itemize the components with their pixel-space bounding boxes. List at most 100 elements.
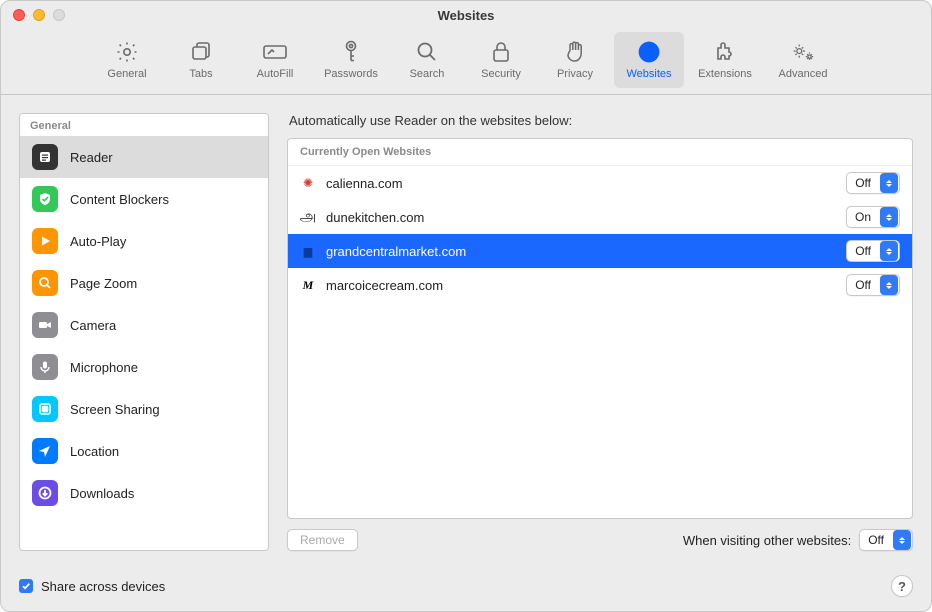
tab-label: Advanced [779,68,828,80]
tab-label: Websites [626,68,671,80]
sidebar-item-content-blockers[interactable]: Content Blockers [20,178,268,220]
tab-passwords[interactable]: Passwords [314,32,388,88]
key-icon [338,39,364,65]
hand-icon [562,39,588,65]
bottom-bar: Remove When visiting other websites: Off [287,529,913,551]
remove-button[interactable]: Remove [287,529,358,551]
site-name: grandcentralmarket.com [326,244,836,259]
sidebar-item-label: Downloads [70,486,134,501]
chevron-updown-icon [880,241,898,261]
sidebar-item-label: Location [70,444,119,459]
tab-tabs[interactable]: Tabs [166,32,236,88]
favicon-icon: அ [300,209,316,225]
share-across-devices-checkbox[interactable]: Share across devices [19,579,165,594]
tab-websites[interactable]: Websites [614,32,684,88]
site-name: dunekitchen.com [326,210,836,225]
sidebar-item-location[interactable]: Location [20,430,268,472]
checkbox-check-icon [19,579,33,593]
other-websites-dropdown[interactable]: Off [859,529,913,551]
favicon-icon: M [300,277,316,293]
main-panel: Automatically use Reader on the websites… [287,113,913,551]
chevron-updown-icon [880,275,898,295]
zoom-icon [32,270,58,296]
favicon-icon: ✺ [300,175,316,191]
tab-label: Security [481,68,521,80]
sidebar-item-microphone[interactable]: Microphone [20,346,268,388]
sidebar-item-screen-sharing[interactable]: Screen Sharing [20,388,268,430]
preferences-window: Websites General Tabs AutoFill Passwords [0,0,932,612]
reader-dropdown[interactable]: Off [846,172,900,194]
pencil-box-icon [262,39,288,65]
shield-check-icon [32,186,58,212]
screen-sharing-icon [32,396,58,422]
minimize-window-button[interactable] [33,9,45,21]
window-title: Websites [438,8,495,23]
tab-privacy[interactable]: Privacy [540,32,610,88]
chevron-updown-icon [880,173,898,193]
dropdown-value: Off [847,244,879,258]
dropdown-value: On [847,210,879,224]
dropdown-value: Off [860,533,892,547]
checkbox-label: Share across devices [41,579,165,594]
reader-dropdown[interactable]: On [846,206,900,228]
tab-security[interactable]: Security [466,32,536,88]
tab-general[interactable]: General [92,32,162,88]
search-icon [414,39,440,65]
lock-icon [488,39,514,65]
tab-extensions[interactable]: Extensions [688,32,762,88]
location-icon [32,438,58,464]
sidebar-item-downloads[interactable]: Downloads [20,472,268,514]
sidebar-item-page-zoom[interactable]: Page Zoom [20,262,268,304]
sidebar-item-auto-play[interactable]: Auto-Play [20,220,268,262]
tab-advanced[interactable]: Advanced [766,32,840,88]
sidebar-item-label: Reader [70,150,113,165]
camera-icon [32,312,58,338]
reader-icon [32,144,58,170]
favicon-icon: ▆ [300,243,316,259]
reader-dropdown[interactable]: Off [846,240,900,262]
body: General Reader Content Blockers Auto-Pla… [1,95,931,569]
tab-label: General [107,68,146,80]
site-row[interactable]: M marcoicecream.com Off [288,268,912,302]
zoom-window-button[interactable] [53,9,65,21]
globe-icon [636,39,662,65]
sidebar-section-label: General [20,114,268,136]
main-heading: Automatically use Reader on the websites… [287,113,913,128]
puzzle-icon [712,39,738,65]
sidebar-item-label: Camera [70,318,116,333]
tab-label: Passwords [324,68,378,80]
sidebar-item-label: Content Blockers [70,192,169,207]
tabs-icon [188,39,214,65]
chevron-updown-icon [893,530,911,550]
sidebar-item-label: Auto-Play [70,234,126,249]
site-row[interactable]: ▆ grandcentralmarket.com Off [288,234,912,268]
tab-label: Tabs [189,68,212,80]
titlebar: Websites [1,1,931,27]
gears-icon [790,39,816,65]
tab-label: Privacy [557,68,593,80]
other-websites-label: When visiting other websites: [683,533,851,548]
reader-dropdown[interactable]: Off [846,274,900,296]
site-name: calienna.com [326,176,836,191]
dropdown-value: Off [847,278,879,292]
close-window-button[interactable] [13,9,25,21]
help-button[interactable]: ? [891,575,913,597]
tab-label: Extensions [698,68,752,80]
dropdown-value: Off [847,176,879,190]
preferences-toolbar: General Tabs AutoFill Passwords Search [1,27,931,95]
microphone-icon [32,354,58,380]
sidebar-item-camera[interactable]: Camera [20,304,268,346]
other-websites-group: When visiting other websites: Off [683,529,913,551]
site-name: marcoicecream.com [326,278,836,293]
chevron-updown-icon [880,207,898,227]
tab-search[interactable]: Search [392,32,462,88]
help-icon: ? [898,579,906,594]
sidebar-item-reader[interactable]: Reader [20,136,268,178]
sidebar-item-label: Screen Sharing [70,402,160,417]
download-icon [32,480,58,506]
play-icon [32,228,58,254]
list-subheader: Currently Open Websites [288,139,912,166]
site-row[interactable]: ✺ calienna.com Off [288,166,912,200]
tab-autofill[interactable]: AutoFill [240,32,310,88]
site-row[interactable]: அ dunekitchen.com On [288,200,912,234]
